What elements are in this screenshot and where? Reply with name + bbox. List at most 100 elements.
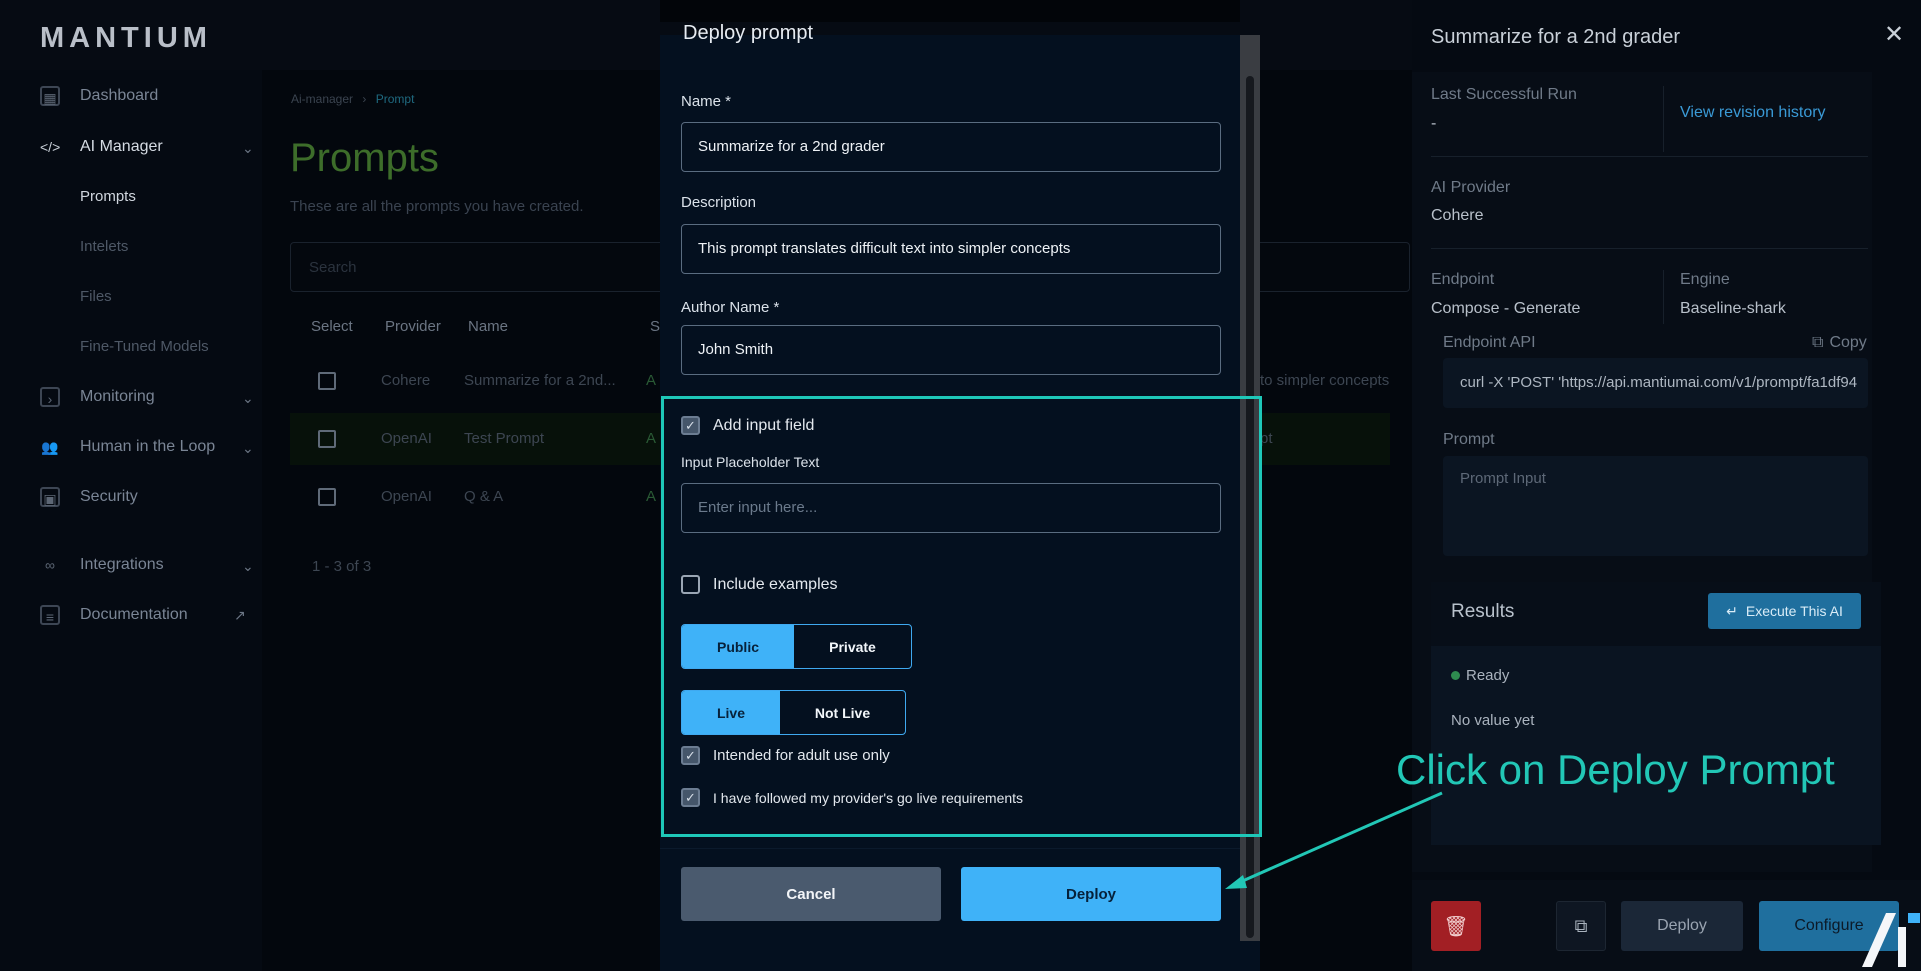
row-name: Test Prompt	[464, 430, 545, 447]
code-icon: </>	[40, 139, 61, 155]
execute-ai-label: Execute This AI	[1745, 603, 1843, 619]
sidebar-item-label: Documentation	[80, 606, 188, 623]
row-name: Summarize for a 2nd...	[464, 372, 616, 389]
external-link-icon[interactable]: ↗	[234, 607, 246, 624]
provider-value: Cohere	[1431, 207, 1484, 224]
sidebar-item-ai-manager[interactable]: </> AI Manager	[40, 137, 163, 157]
highlight-box	[661, 396, 1262, 837]
annotation-arrow	[1225, 791, 1443, 889]
author-field[interactable]: John Smith	[681, 325, 1221, 375]
delete-button[interactable]: 🗑	[1431, 901, 1481, 951]
description-field[interactable]: This prompt translates difficult text in…	[681, 224, 1221, 274]
prompt-input[interactable]: Prompt Input	[1443, 456, 1868, 556]
sidebar-item-label: Monitoring	[80, 388, 155, 405]
sidebar-item-label: Human in the Loop	[80, 438, 216, 455]
column-header-name: Name	[468, 318, 509, 335]
breadcrumb-item[interactable]: Ai-manager	[291, 92, 353, 106]
execute-ai-button[interactable]: ↵ Execute This AI	[1708, 593, 1861, 629]
breadcrumb-item[interactable]: Prompt	[376, 92, 415, 106]
row-status: A	[646, 430, 657, 447]
copy-label: Copy	[1829, 334, 1867, 351]
page-subtitle: These are all the prompts you have creat…	[290, 198, 584, 215]
people-icon: 👥	[41, 439, 59, 455]
no-value-text: No value yet	[1451, 712, 1535, 729]
dialog-top-mask	[660, 0, 1240, 22]
copy-api-button[interactable]: ⧉ Copy	[1812, 334, 1867, 352]
breadcrumb: Ai-manager › Prompt	[291, 92, 414, 106]
panel-title: Summarize for a 2nd grader	[1431, 26, 1681, 48]
panel-deploy-button[interactable]: Deploy	[1621, 901, 1743, 951]
row-checkbox[interactable]	[318, 488, 336, 506]
sidebar-item-security[interactable]: ▣ Security	[40, 487, 138, 507]
provider-label: AI Provider	[1431, 179, 1511, 196]
author-label: Author Name *	[681, 299, 780, 316]
chevron-down-icon[interactable]: ⌄	[242, 440, 254, 457]
column-divider	[1663, 270, 1664, 324]
name-field[interactable]: Summarize for a 2nd grader	[681, 122, 1221, 172]
row-checkbox[interactable]	[318, 372, 336, 390]
sidebar-item-dashboard[interactable]: ▦ Dashboard	[40, 86, 158, 106]
chevron-up-icon[interactable]: ⌄	[242, 140, 254, 157]
column-header-select: Select	[311, 318, 353, 335]
dialog-title: Deploy prompt	[683, 22, 814, 44]
dialog-footer-divider	[660, 848, 1240, 849]
terminal-icon: ›	[40, 387, 60, 407]
page-title: Prompts	[290, 136, 439, 180]
endpoint-label: Endpoint	[1431, 271, 1495, 288]
sidebar-item-label: AI Manager	[80, 138, 163, 155]
sidebar-subitem-files[interactable]: Files	[80, 288, 112, 305]
sidebar-item-integrations[interactable]: ∞ Integrations	[40, 555, 164, 575]
pagination-info: 1 - 3 of 3	[312, 558, 372, 575]
link-icon: ∞	[45, 557, 55, 573]
status-dot-icon	[1451, 671, 1460, 680]
row-provider: OpenAI	[381, 430, 432, 447]
column-header-status: S	[650, 318, 661, 335]
row-checkbox[interactable]	[318, 430, 336, 448]
row-name: Q & A	[464, 488, 504, 505]
status-indicator: Ready	[1451, 667, 1509, 684]
column-header-provider: Provider	[385, 318, 441, 335]
sidebar-item-label: Dashboard	[80, 87, 159, 104]
sidebar-item-label: Integrations	[80, 556, 164, 573]
cancel-button[interactable]: Cancel	[681, 867, 941, 921]
duplicate-button[interactable]: ⧉	[1556, 901, 1606, 951]
results-title: Results	[1451, 601, 1515, 622]
revision-history-link[interactable]: View revision history	[1680, 104, 1826, 122]
engine-value: Baseline-shark	[1680, 300, 1786, 317]
screen: MANTIUM ▦ Dashboard </> AI Manager ⌄ Pro…	[0, 0, 1921, 971]
row-description: to simpler concepts	[1260, 372, 1390, 389]
description-label: Description	[681, 194, 757, 211]
app-logo: MANTIUM	[40, 22, 212, 54]
search-placeholder: Search	[309, 259, 357, 276]
row-status: A	[646, 488, 657, 505]
column-divider	[1663, 86, 1664, 152]
endpoint-api-field[interactable]: curl -X 'POST' 'https://api.mantiumai.co…	[1443, 358, 1868, 408]
status-text: Ready	[1466, 667, 1510, 684]
last-run-value: -	[1431, 115, 1437, 132]
sidebar-item-human-in-the-loop[interactable]: 👥 Human in the Loop	[40, 437, 215, 457]
close-icon[interactable]: ✕	[1884, 20, 1904, 49]
lock-icon: ▣	[40, 487, 60, 507]
sidebar-item-monitoring[interactable]: › Monitoring	[40, 387, 155, 407]
sidebar-subitem-intelets[interactable]: Intelets	[80, 238, 128, 255]
sidebar-item-documentation[interactable]: ≡ Documentation	[40, 605, 188, 625]
endpoint-api-label: Endpoint API	[1443, 334, 1536, 351]
chevron-down-icon[interactable]: ⌄	[242, 390, 254, 407]
sidebar	[0, 70, 262, 971]
section-divider	[1431, 156, 1868, 157]
sidebar-subitem-prompts[interactable]: Prompts	[80, 188, 136, 205]
row-provider: Cohere	[381, 372, 431, 389]
trash-icon: 🗑	[1443, 915, 1469, 938]
brand-mark-icon	[1862, 913, 1920, 967]
section-divider	[1431, 248, 1868, 249]
name-label: Name *	[681, 93, 732, 110]
copy-icon: ⧉	[1812, 334, 1824, 351]
sidebar-subitem-fine-tuned-models[interactable]: Fine-Tuned Models	[80, 338, 209, 355]
enter-icon: ↵	[1726, 602, 1738, 619]
sidebar-item-label: Security	[80, 488, 138, 505]
row-status: A	[646, 372, 657, 389]
copy-icon: ⧉	[1574, 915, 1588, 936]
deploy-button[interactable]: Deploy	[961, 867, 1221, 921]
chevron-down-icon[interactable]: ⌄	[242, 558, 254, 575]
annotation-callout: Click on Deploy Prompt	[1396, 746, 1835, 793]
